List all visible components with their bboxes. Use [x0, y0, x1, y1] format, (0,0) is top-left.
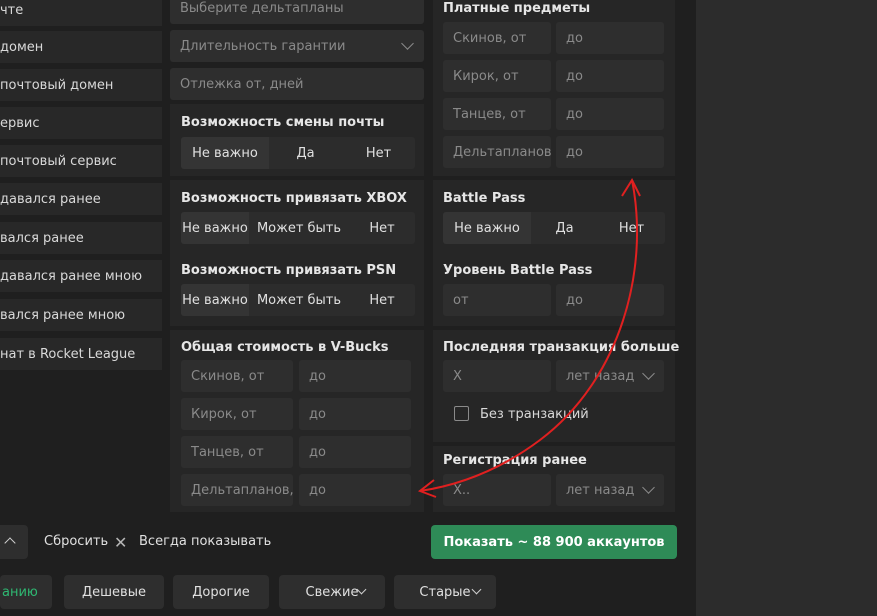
annotation-arrow: [417, 177, 641, 498]
annotation-arrowhead-top: [621, 177, 641, 197]
annotation-arrow-curve: [419, 179, 638, 492]
